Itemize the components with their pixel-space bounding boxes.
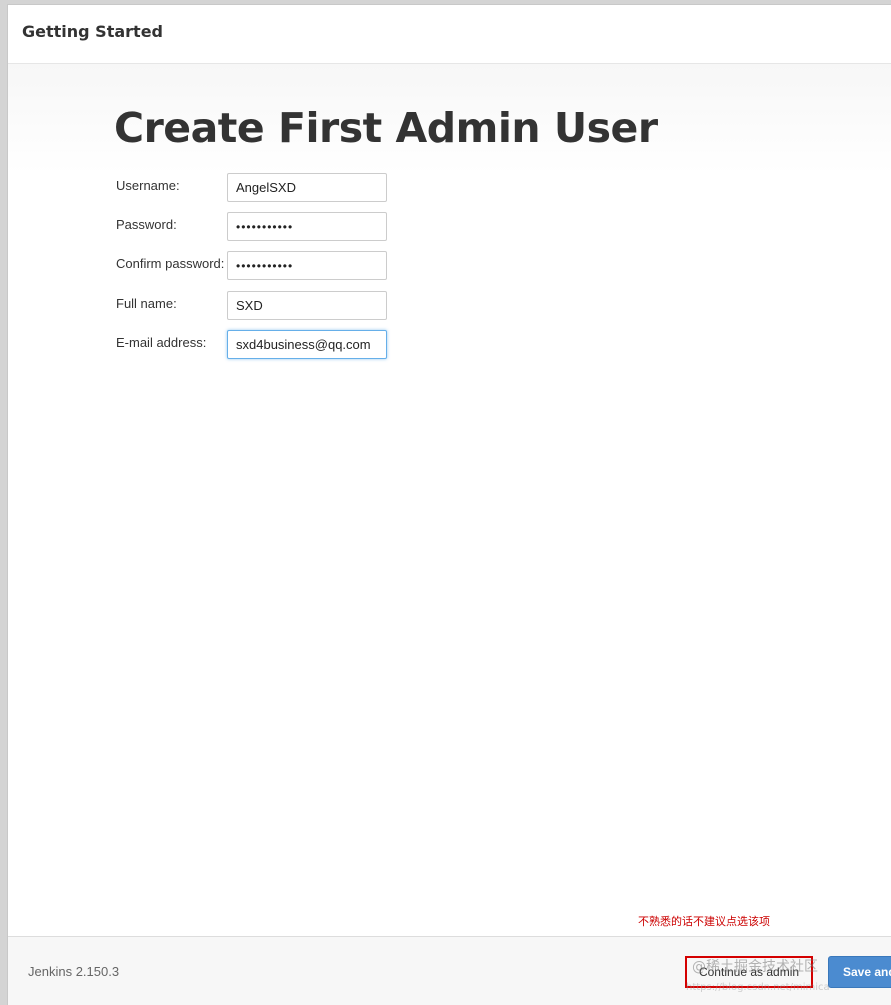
version-label: Jenkins 2.150.3 (28, 964, 120, 979)
dialog-content: Create First Admin User Username: Passwo… (8, 64, 891, 937)
annotation-note: 不熟悉的话不建议点选该项 (638, 915, 770, 928)
password-label: Password: (116, 217, 177, 232)
email-label: E-mail address: (116, 335, 207, 350)
watermark-text: @稀土掘金技术社区 (692, 959, 818, 975)
username-label: Username: (116, 178, 180, 193)
confirm-password-label: Confirm password: (116, 256, 225, 271)
watermark-url: https://blog.csdn.net/mimica (686, 982, 830, 993)
username-field[interactable] (227, 173, 387, 202)
confirm-password-field[interactable] (227, 251, 387, 280)
save-and-continue-button[interactable]: Save and Continue (828, 956, 891, 988)
dialog-header: Getting Started (8, 5, 891, 64)
password-field[interactable] (227, 212, 387, 241)
full-name-field[interactable] (227, 291, 387, 320)
header-title: Getting Started (22, 22, 163, 41)
email-field[interactable] (227, 330, 387, 359)
setup-wizard-dialog: Getting Started Create First Admin User … (7, 4, 891, 1005)
full-name-label: Full name: (116, 296, 177, 311)
page-title: Create First Admin User (114, 104, 658, 152)
